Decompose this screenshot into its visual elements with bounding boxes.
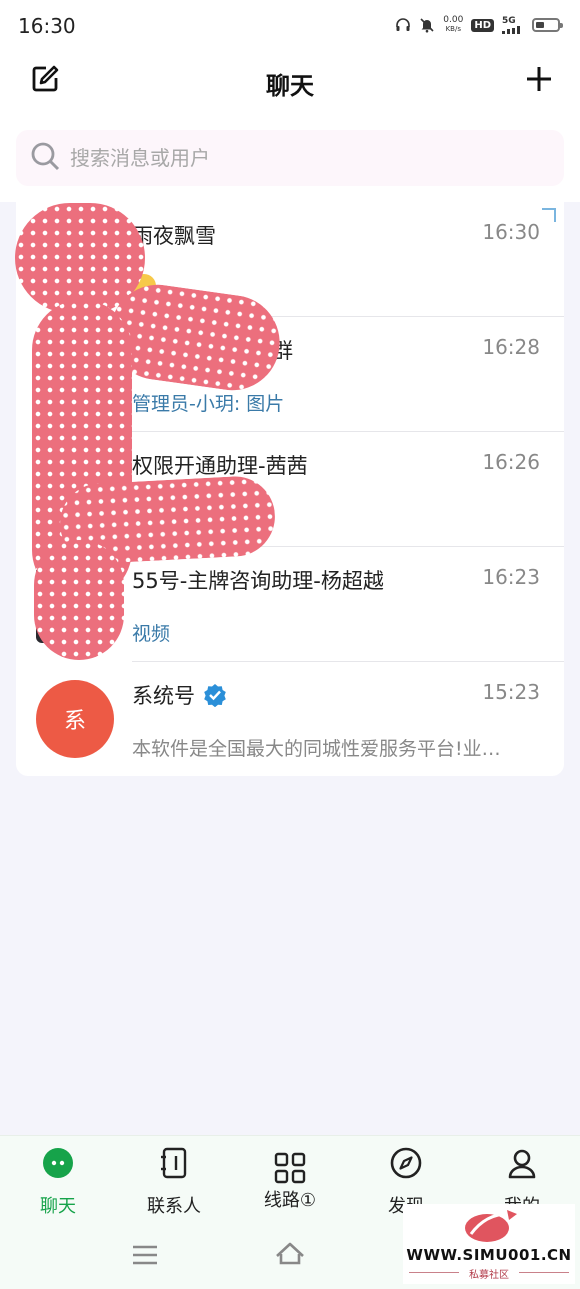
pinned-corner-icon — [542, 208, 556, 222]
chat-name: 雨夜飘雪 — [132, 224, 216, 248]
avatar: 系 — [36, 680, 114, 758]
status-icons: 0.00 KB/s HD 5G — [395, 15, 563, 34]
watermark-site: WWW.SIMU001.CN — [406, 1246, 572, 1264]
contacts-book-icon — [116, 1146, 232, 1182]
page-title: 聊天 — [266, 72, 314, 100]
watermark-logo: WWW.SIMU001.CN 私募社区 — [403, 1204, 575, 1284]
menu-icon[interactable] — [130, 1242, 160, 1272]
chat-time: 16:23 — [482, 565, 540, 589]
chat-time: 15:23 — [482, 680, 540, 704]
search-box[interactable] — [16, 130, 564, 186]
tab-contacts[interactable]: 联系人 — [116, 1146, 232, 1218]
chat-item[interactable]: 系 系统号 15:23 本软件是全国最大的同城性爱服务平台!业… — [16, 662, 564, 776]
chat-time: 16:28 — [482, 335, 540, 359]
status-bar: 16:30 0.00 KB/s HD 5G — [0, 0, 580, 52]
chat-preview: 管理员-小玥: 图片 — [132, 393, 285, 415]
tab-label: 聊天 — [40, 1196, 76, 1217]
compass-icon — [348, 1146, 464, 1182]
chat-bubble-icon — [0, 1146, 116, 1182]
signal-icon: 5G — [502, 16, 524, 34]
user-icon — [464, 1146, 580, 1182]
watermark-subtitle: 私募社区 — [469, 1270, 509, 1281]
chat-name: 55号-主牌咨询助理-杨超越 — [132, 569, 384, 593]
search-icon — [30, 141, 60, 175]
chat-name: 系统号 — [132, 680, 227, 712]
network-speed: 0.00 KB/s — [443, 15, 464, 34]
battery-icon — [532, 18, 563, 32]
chat-preview: 本软件是全国最大的同城性爱服务平台!业… — [132, 738, 501, 760]
tab-label: 联系人 — [147, 1196, 201, 1217]
watermark-rule — [519, 1272, 569, 1273]
tab-chat[interactable]: 聊天 — [0, 1146, 116, 1218]
search-area — [0, 122, 580, 202]
status-time: 16:30 — [18, 14, 76, 38]
chat-preview: 视频 — [132, 623, 171, 645]
home-icon[interactable] — [274, 1238, 306, 1272]
grid-icon — [232, 1146, 348, 1184]
chat-time: 16:26 — [482, 450, 540, 474]
tab-label: 线路① — [263, 1190, 317, 1211]
hd-badge: HD — [471, 18, 494, 32]
verified-badge-icon — [203, 683, 227, 712]
tab-routes[interactable]: 线路① — [232, 1146, 348, 1212]
search-input[interactable] — [70, 146, 490, 170]
chat-time: 16:30 — [482, 220, 540, 244]
watermark-emblem-icon — [457, 1208, 521, 1248]
redaction-blot — [34, 540, 124, 660]
headphones-icon — [395, 17, 411, 33]
chat-name-text: 系统号 — [132, 684, 195, 708]
chat-name: 权限开通助理-茜茜 — [132, 454, 308, 478]
top-nav-bar: 聊天 — [0, 52, 580, 122]
add-plus-icon[interactable] — [524, 64, 554, 94]
bell-muted-icon — [419, 17, 435, 33]
